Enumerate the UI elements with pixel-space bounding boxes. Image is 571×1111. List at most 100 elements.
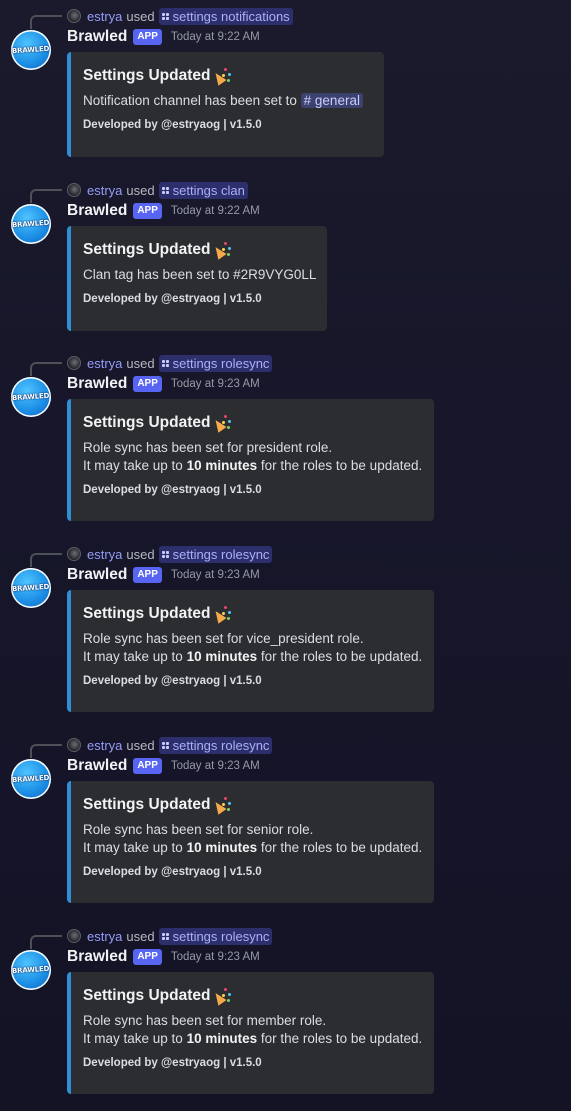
reply-connector [30, 362, 62, 376]
timestamp[interactable]: Today at 9:22 AM [171, 205, 260, 217]
timestamp[interactable]: Today at 9:23 AM [171, 378, 260, 390]
description-line: Role sync has been set for senior role. [83, 822, 314, 837]
app-badge: APP [133, 758, 162, 774]
embed: Settings Updated Notification channel ha… [67, 52, 384, 157]
description-text: It may take up to [83, 458, 183, 473]
reply-username[interactable]: estrya [87, 547, 122, 562]
description-bold: 10 minutes [186, 1031, 258, 1046]
embed: Settings Updated Role sync has been set … [67, 399, 434, 521]
reply-used-text: used [126, 546, 155, 562]
reply-reference[interactable]: estrya used settings notifications [67, 7, 293, 25]
description-line: It may take up to 10 minutes for the rol… [83, 1030, 422, 1048]
description-bold: 10 minutes [186, 649, 258, 664]
reply-username[interactable]: estrya [87, 356, 122, 371]
reply-used-text: used [126, 928, 155, 944]
embed-footer: Developed by @estryaog | v1.5.0 [83, 866, 262, 878]
description-text: It may take up to [83, 649, 183, 664]
app-badge: APP [133, 567, 162, 583]
reply-reference[interactable]: estrya used settings rolesync [67, 736, 273, 754]
reply-username[interactable]: estrya [87, 9, 122, 24]
reply-connector [30, 935, 62, 949]
command-chip[interactable]: settings rolesync [158, 736, 273, 754]
embed-title: Settings Updated [83, 67, 369, 86]
reply-username[interactable]: estrya [87, 929, 122, 944]
party-popper-icon [211, 987, 232, 1006]
party-popper-icon [211, 605, 232, 624]
command-chip[interactable]: settings rolesync [158, 354, 273, 372]
embed-title: Settings Updated [83, 987, 419, 1006]
embed: Settings Updated Role sync has been set … [67, 972, 434, 1094]
reply-connector [30, 189, 62, 203]
description-line: Role sync has been set for vice_presiden… [83, 631, 364, 646]
embed-description: Notification channel has been set to # g… [83, 92, 369, 110]
avatar-logo-text: BRAWLED [12, 773, 50, 785]
reply-username[interactable]: estrya [87, 183, 122, 198]
message-header: Brawled APP Today at 9:23 AM [67, 566, 260, 584]
reply-connector [30, 553, 62, 567]
bot-avatar[interactable]: BRAWLED [11, 204, 51, 244]
timestamp[interactable]: Today at 9:23 AM [171, 760, 260, 772]
author-name[interactable]: Brawled [67, 28, 127, 46]
reply-reference[interactable]: estrya used settings rolesync [67, 927, 273, 945]
bot-avatar[interactable]: BRAWLED [11, 568, 51, 608]
reply-used-text: used [126, 8, 155, 24]
reply-reference[interactable]: estrya used settings rolesync [67, 354, 273, 372]
reply-used-text: used [126, 737, 155, 753]
reply-reference[interactable]: estrya used settings rolesync [67, 545, 273, 563]
command-icon [161, 932, 169, 940]
user-avatar-icon[interactable] [67, 183, 81, 197]
author-name[interactable]: Brawled [67, 202, 127, 220]
command-name: settings rolesync [172, 355, 270, 371]
channel-mention[interactable]: # general [300, 93, 363, 108]
bot-avatar[interactable]: BRAWLED [11, 377, 51, 417]
command-chip[interactable]: settings rolesync [158, 545, 273, 563]
reply-used-text: used [126, 355, 155, 371]
party-popper-icon [211, 796, 232, 815]
description-bold: 10 minutes [186, 458, 258, 473]
description-text: for the roles to be updated. [260, 458, 423, 473]
command-name: settings rolesync [172, 737, 270, 753]
description-bold: 10 minutes [186, 840, 258, 855]
avatar-logo-text: BRAWLED [12, 964, 50, 976]
command-chip[interactable]: settings notifications [158, 7, 293, 25]
author-name[interactable]: Brawled [67, 375, 127, 393]
party-popper-icon [211, 67, 232, 86]
command-name: settings rolesync [172, 928, 270, 944]
command-icon [161, 550, 169, 558]
message-header: Brawled APP Today at 9:23 AM [67, 375, 260, 393]
message: estrya used settings rolesync BRAWLED Br… [0, 736, 571, 911]
user-avatar-icon[interactable] [67, 738, 81, 752]
embed-title: Settings Updated [83, 605, 419, 624]
user-avatar-icon[interactable] [67, 356, 81, 370]
bot-avatar[interactable]: BRAWLED [11, 950, 51, 990]
user-avatar-icon[interactable] [67, 9, 81, 23]
command-chip[interactable]: settings clan [158, 181, 248, 199]
author-name[interactable]: Brawled [67, 757, 127, 775]
embed: Settings Updated Role sync has been set … [67, 590, 434, 712]
app-badge: APP [133, 29, 162, 45]
reply-username[interactable]: estrya [87, 738, 122, 753]
embed-title: Settings Updated [83, 241, 312, 260]
command-chip[interactable]: settings rolesync [158, 927, 273, 945]
embed: Settings Updated Clan tag has been set t… [67, 226, 327, 331]
command-icon [161, 741, 169, 749]
user-avatar-icon[interactable] [67, 929, 81, 943]
description-line: It may take up to 10 minutes for the rol… [83, 457, 423, 475]
author-name[interactable]: Brawled [67, 948, 127, 966]
description-text: It may take up to [83, 840, 183, 855]
user-avatar-icon[interactable] [67, 547, 81, 561]
author-name[interactable]: Brawled [67, 566, 127, 584]
reply-reference[interactable]: estrya used settings clan [67, 181, 248, 199]
embed-description: Role sync has been set for senior role. … [83, 821, 423, 857]
timestamp[interactable]: Today at 9:23 AM [171, 569, 260, 581]
description-text: Notification channel has been set to [83, 93, 297, 108]
message-header: Brawled APP Today at 9:22 AM [67, 28, 260, 46]
bot-avatar[interactable]: BRAWLED [11, 30, 51, 70]
bot-avatar[interactable]: BRAWLED [11, 759, 51, 799]
timestamp[interactable]: Today at 9:23 AM [171, 951, 260, 963]
message-header: Brawled APP Today at 9:22 AM [67, 202, 260, 220]
description-text: for the roles to be updated. [260, 649, 423, 664]
description-text: for the roles to be updated. [260, 840, 423, 855]
message-header: Brawled APP Today at 9:23 AM [67, 757, 260, 775]
timestamp[interactable]: Today at 9:22 AM [171, 31, 260, 43]
